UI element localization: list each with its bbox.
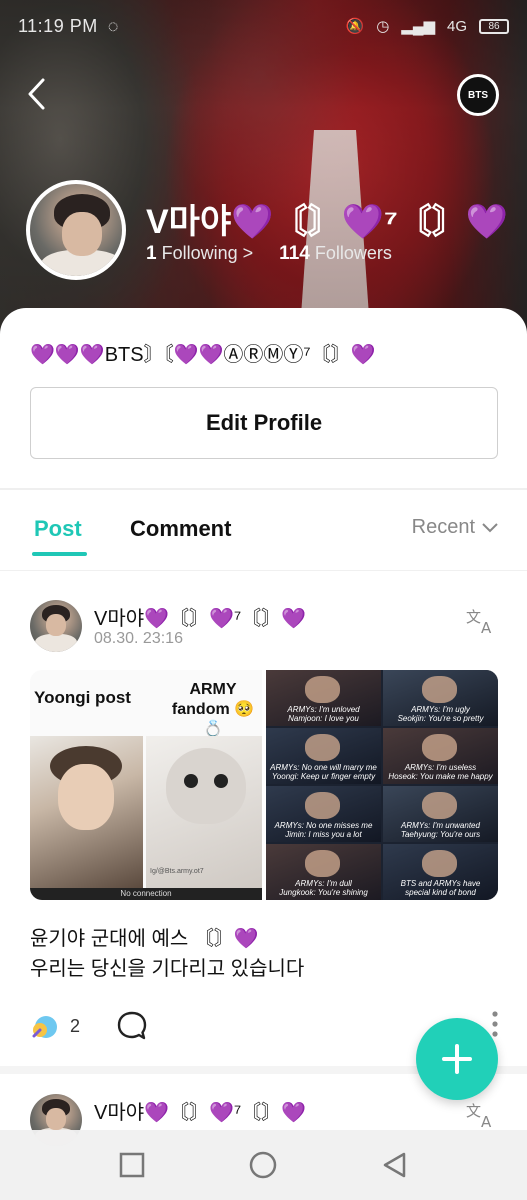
- active-tab-indicator: [32, 552, 87, 556]
- edit-profile-button[interactable]: Edit Profile: [30, 387, 498, 459]
- post-timestamp: 08.30. 23:16: [94, 630, 183, 647]
- following-link[interactable]: 1 Following >: [146, 243, 253, 265]
- bts-badge[interactable]: BTS: [457, 74, 499, 116]
- create-post-button[interactable]: [416, 1018, 498, 1100]
- tab-comment[interactable]: Comment: [130, 516, 231, 542]
- reaction-count: 2: [70, 1016, 81, 1036]
- image-photo-person: [30, 736, 143, 888]
- chevron-left-icon: [28, 78, 45, 110]
- meme-cell: ARMYs: I'm ugly Seokjin: You're so prett…: [383, 670, 498, 726]
- network-type: 4G: [446, 17, 467, 35]
- followers-label: Followers: [314, 243, 392, 263]
- post-image-right[interactable]: ARMYs: I'm unloved Namjoon: I love you A…: [266, 670, 498, 900]
- profile-bio: 💜💜💜BTS〙〘💜💜ⒶⓇⓂⓎ⁷〘〙💜: [30, 344, 376, 366]
- tab-post[interactable]: Post: [34, 516, 82, 542]
- svg-text:文: 文: [466, 1102, 481, 1120]
- image-credit: Ig/@Bts.army.ot7: [150, 868, 204, 875]
- svg-text:A: A: [481, 619, 492, 636]
- post-text-line2: 우리는 당신을 기다리고 있습니다: [30, 958, 305, 980]
- post-text-line1: 윤기야 군대에 예스 〘〙💜: [30, 928, 259, 950]
- chevron-right-icon: >: [242, 243, 254, 263]
- translate-icon[interactable]: 文 A: [465, 1100, 499, 1130]
- followers-link[interactable]: 114 Followers: [279, 243, 392, 265]
- post-author-avatar[interactable]: [30, 600, 82, 652]
- profile-name: V마야💜〘〙💜⁷〘〙💜: [146, 203, 509, 241]
- meme-cell: ARMYs: No one misses me Jimin: I miss yo…: [266, 786, 381, 842]
- post-text[interactable]: 윤기야 군대에 예스 〘〙💜 우리는 당신을 기다리고 있습니다: [30, 924, 304, 984]
- more-options-icon[interactable]: [490, 1010, 500, 1040]
- back-nav-icon[interactable]: [380, 1150, 410, 1180]
- meme-cell: ARMYs: I'm dull Jungkook: You're shining: [266, 844, 381, 900]
- section-divider: [0, 488, 527, 490]
- content-tabs: Post Comment Recent: [0, 508, 527, 568]
- meme-cell: BTS and ARMYs have special kind of bond: [383, 844, 498, 900]
- status-time: 11:19 PM: [18, 15, 98, 36]
- following-count: 1: [146, 243, 157, 264]
- tabs-divider: [0, 570, 527, 571]
- meme-cell: ARMYs: I'm unwanted Taehyung: You're our…: [383, 786, 498, 842]
- image-photo-cat: [146, 736, 262, 888]
- post-author-name[interactable]: V마야💜〘〙💜⁷〘〙💜: [94, 602, 306, 631]
- signal-icon: ▂▄▆: [401, 18, 435, 35]
- translate-icon[interactable]: 文 A: [465, 606, 499, 636]
- alarm-icon: ◷: [376, 18, 390, 35]
- image-text-title2: ARMY fandom 🥺💍: [171, 681, 255, 738]
- sort-label: Recent: [411, 516, 475, 538]
- comment-icon[interactable]: [116, 1010, 148, 1042]
- reaction-icon[interactable]: [30, 1012, 60, 1042]
- meme-cell: ARMYs: No one will marry me Yoongi: Keep…: [266, 728, 381, 784]
- meme-cell: ARMYs: I'm unloved Namjoon: I love you: [266, 670, 381, 726]
- post-image-left[interactable]: Yoongi post ARMY fandom 🥺💍 Ig/@Bts.army.…: [30, 670, 262, 900]
- svg-text:A: A: [481, 1113, 492, 1130]
- post-author-name[interactable]: V마야💜〘〙💜⁷〘〙💜: [94, 1096, 306, 1125]
- whatsapp-icon: ◌: [107, 15, 119, 36]
- home-icon[interactable]: [248, 1150, 278, 1180]
- system-nav-bar: [0, 1130, 527, 1200]
- recent-apps-icon[interactable]: [117, 1150, 147, 1180]
- image-caption: No connection: [30, 888, 262, 900]
- profile-stats: 1 Following > 114 Followers: [146, 243, 392, 265]
- sort-dropdown[interactable]: Recent: [412, 516, 499, 539]
- mute-icon: 🔕: [345, 18, 365, 35]
- followers-count: 114: [279, 243, 310, 264]
- back-button[interactable]: [18, 72, 54, 116]
- svg-text:文: 文: [466, 608, 481, 626]
- battery-icon: 86: [479, 18, 509, 34]
- image-text-title1: Yoongi post: [34, 688, 131, 707]
- following-label: Following: [161, 243, 238, 263]
- plus-icon: [442, 1044, 472, 1074]
- profile-avatar[interactable]: [26, 180, 126, 280]
- chevron-down-icon: [482, 522, 498, 532]
- bts-badge-text: BTS: [468, 89, 488, 101]
- status-icons: 🔕 ◷ ▂▄▆ 4G 86: [345, 17, 509, 35]
- status-bar: 11:19 PM ◌ 🔕 ◷ ▂▄▆ 4G 86: [0, 0, 527, 52]
- meme-cell: ARMYs: I'm useless Hoseok: You make me h…: [383, 728, 498, 784]
